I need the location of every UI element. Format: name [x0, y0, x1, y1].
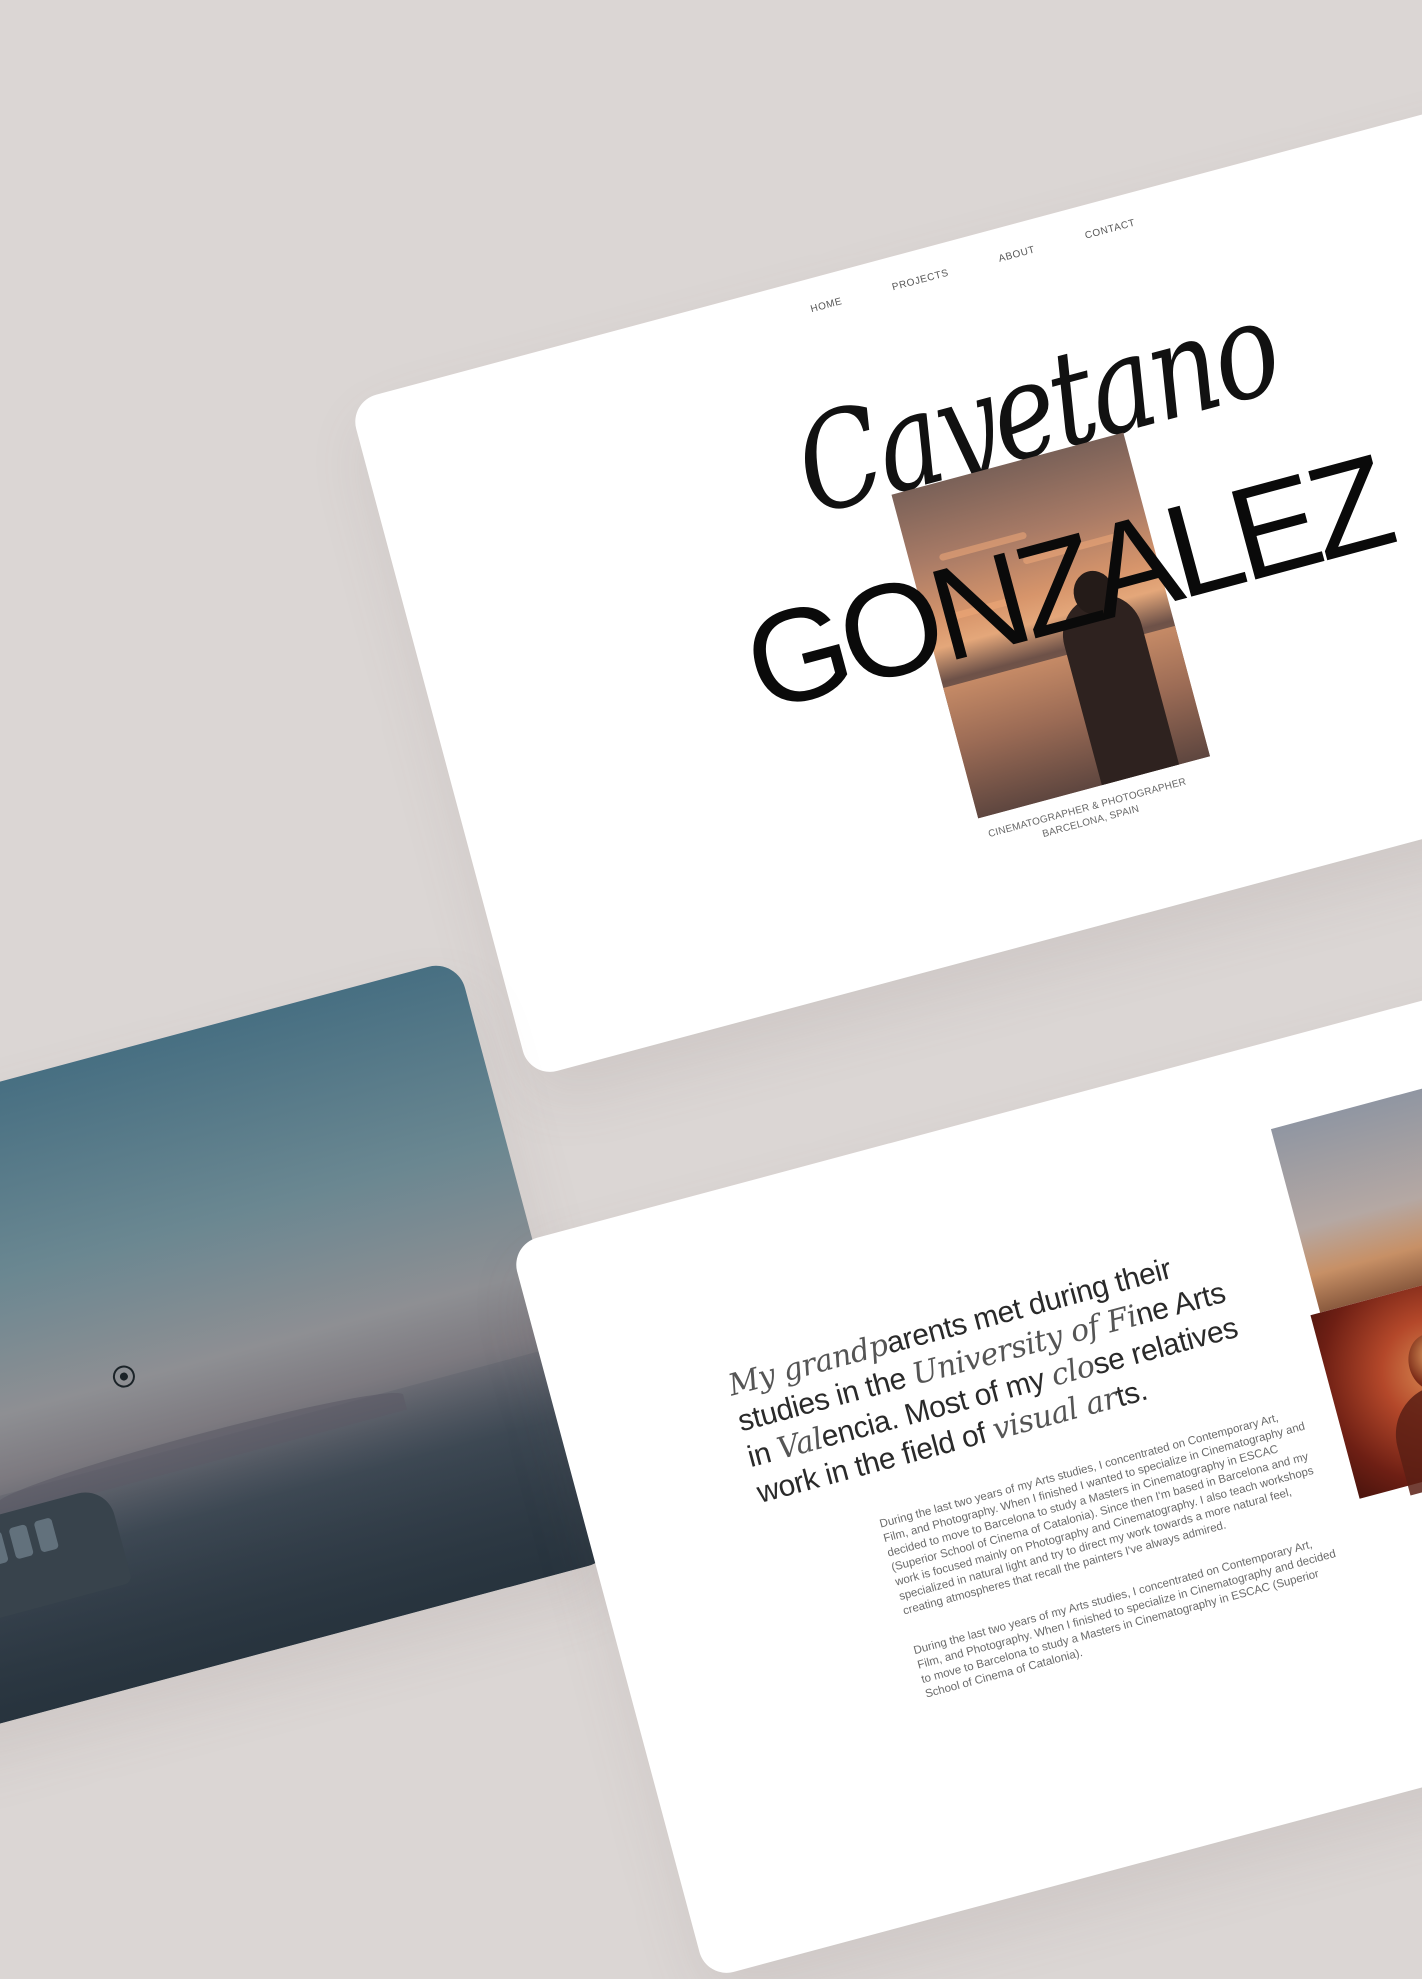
nav-about[interactable]: ABOUT — [997, 244, 1036, 264]
main-nav: HOME PROJECTS ABOUT CONTACT — [809, 218, 1136, 316]
about-photo-top — [1270, 1051, 1422, 1313]
hero-card: HOME PROJECTS ABOUT CONTACT Cayetano GON… — [349, 78, 1422, 1079]
record-button[interactable] — [110, 1363, 138, 1391]
nav-contact[interactable]: CONTACT — [1084, 218, 1137, 242]
about-card: My grandparents met during their studies… — [510, 921, 1422, 1979]
landscape-image-card — [0, 959, 618, 1769]
nav-home[interactable]: HOME — [809, 296, 843, 315]
nav-projects[interactable]: PROJECTS — [891, 268, 950, 294]
